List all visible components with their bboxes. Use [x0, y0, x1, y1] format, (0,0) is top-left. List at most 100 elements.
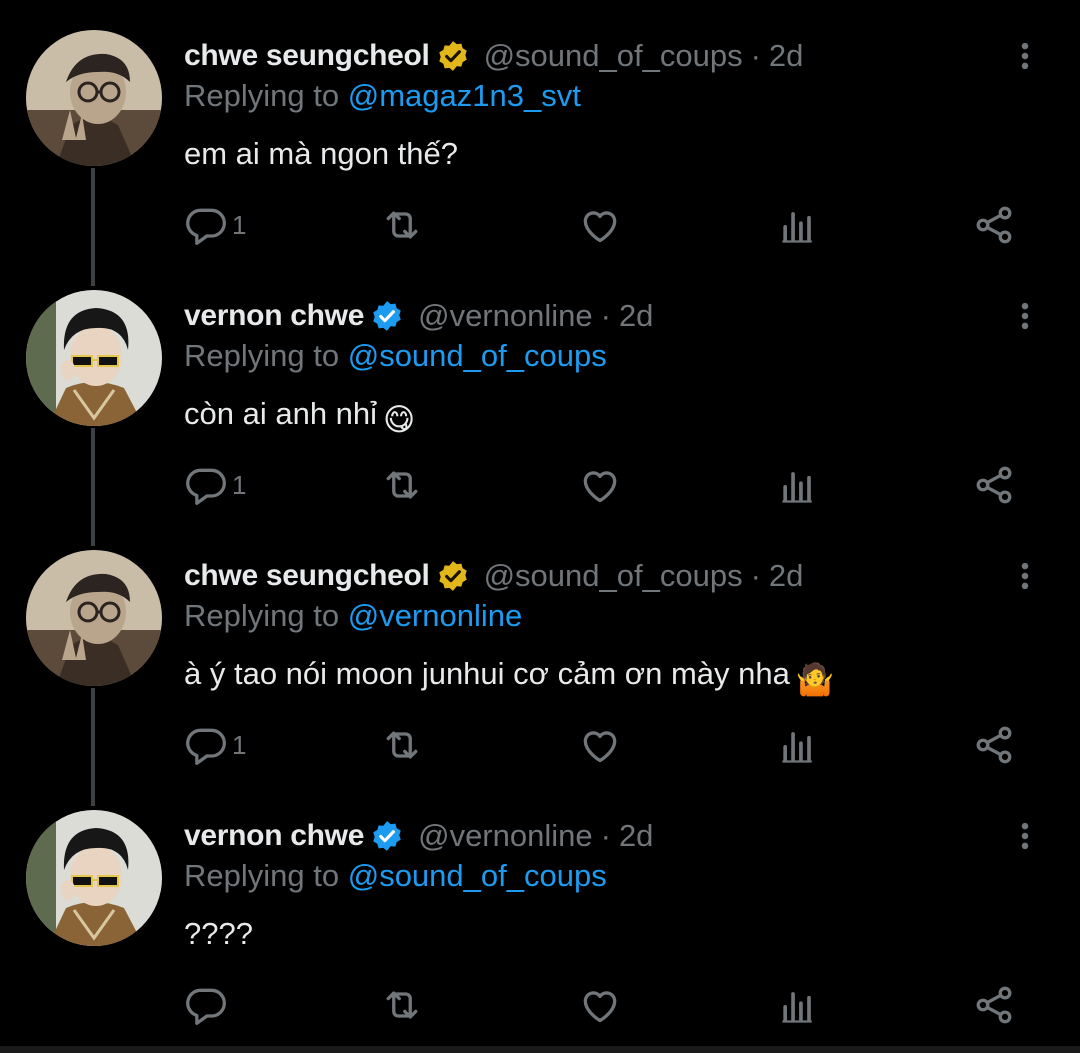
- tweet-text: à ý tao nói moon junhui cơ cảm ơn mày nh…: [184, 656, 834, 698]
- reply-mention-link[interactable]: @sound_of_coups: [348, 338, 607, 373]
- timestamp[interactable]: 2d: [769, 38, 803, 74]
- reply-mention-link[interactable]: @magaz1n3_svt: [348, 78, 581, 113]
- replying-to: Replying to @vernonline: [184, 598, 522, 634]
- heart-icon: [578, 463, 622, 507]
- reply-button[interactable]: 1: [184, 460, 246, 510]
- tweet-actions: 1: [0, 460, 1080, 510]
- reply-icon: [184, 203, 228, 247]
- reply-icon: [184, 463, 228, 507]
- tweet-text-content: à ý tao nói moon junhui cơ cảm ơn mày nh…: [184, 656, 790, 691]
- reply-button[interactable]: [184, 980, 232, 1030]
- tweet-header: chwe seungcheol @sound_of_coups · 2d: [184, 554, 803, 598]
- tweet-text-content: còn ai anh nhỉ: [184, 396, 378, 431]
- tweet-thread: chwe seungcheol @sound_of_coups · 2d Rep…: [0, 0, 1080, 1053]
- heart-icon: [578, 203, 622, 247]
- like-button[interactable]: [578, 980, 622, 1030]
- like-button[interactable]: [578, 720, 622, 770]
- tweet[interactable]: vernon chwe @vernonline · 2d Replying to…: [0, 260, 1080, 546]
- like-button[interactable]: [578, 460, 622, 510]
- more-options-icon[interactable]: [1008, 296, 1042, 336]
- like-button[interactable]: [578, 200, 622, 250]
- user-handle[interactable]: @sound_of_coups: [484, 558, 743, 594]
- replying-to-label: Replying to: [184, 858, 340, 893]
- replying-to-label: Replying to: [184, 598, 340, 633]
- timestamp[interactable]: 2d: [769, 558, 803, 594]
- reply-button[interactable]: 1: [184, 720, 246, 770]
- retweet-icon: [380, 463, 424, 507]
- retweet-button[interactable]: [380, 720, 424, 770]
- blue-verified-icon: [370, 299, 404, 333]
- reply-mention-link[interactable]: @sound_of_coups: [348, 858, 607, 893]
- share-icon: [972, 203, 1016, 247]
- retweet-icon: [380, 203, 424, 247]
- reply-button[interactable]: 1: [184, 200, 246, 250]
- heart-icon: [578, 983, 622, 1027]
- share-button[interactable]: [972, 720, 1016, 770]
- avatar[interactable]: [26, 810, 162, 946]
- bottom-divider: [0, 1046, 1080, 1053]
- reply-icon: [184, 723, 228, 767]
- share-icon: [972, 983, 1016, 1027]
- tweet[interactable]: chwe seungcheol @sound_of_coups · 2d Rep…: [0, 520, 1080, 806]
- views-button[interactable]: [776, 200, 820, 250]
- share-button[interactable]: [972, 980, 1016, 1030]
- reply-icon: [184, 983, 228, 1027]
- gold-verified-icon: [436, 39, 470, 73]
- retweet-button[interactable]: [380, 200, 424, 250]
- separator-dot: ·: [600, 818, 611, 853]
- reply-mention-link[interactable]: @vernonline: [348, 598, 523, 633]
- views-chart-icon: [776, 203, 820, 247]
- share-button[interactable]: [972, 460, 1016, 510]
- blue-verified-icon: [370, 819, 404, 853]
- replying-to-label: Replying to: [184, 78, 340, 113]
- reply-count: 1: [232, 729, 247, 760]
- avatar[interactable]: [26, 550, 162, 686]
- timestamp[interactable]: 2d: [619, 818, 653, 854]
- more-options-icon[interactable]: [1008, 816, 1042, 856]
- yum-emoji: 😋: [383, 402, 416, 437]
- views-chart-icon: [776, 723, 820, 767]
- avatar[interactable]: [26, 290, 162, 426]
- reply-count: 1: [232, 469, 247, 500]
- replying-to-label: Replying to: [184, 338, 340, 373]
- views-button[interactable]: [776, 720, 820, 770]
- tweet-header: vernon chwe @vernonline · 2d: [184, 294, 653, 338]
- display-name[interactable]: vernon chwe: [184, 819, 364, 853]
- replying-to: Replying to @sound_of_coups: [184, 338, 607, 374]
- user-handle[interactable]: @vernonline: [418, 298, 593, 334]
- display-name[interactable]: vernon chwe: [184, 299, 364, 333]
- tweet[interactable]: chwe seungcheol @sound_of_coups · 2d Rep…: [0, 0, 1080, 286]
- tweet-text: ????: [184, 916, 253, 952]
- display-name[interactable]: chwe seungcheol: [184, 39, 430, 73]
- retweet-button[interactable]: [380, 460, 424, 510]
- replying-to: Replying to @sound_of_coups: [184, 858, 607, 894]
- views-button[interactable]: [776, 460, 820, 510]
- display-name[interactable]: chwe seungcheol: [184, 559, 430, 593]
- share-icon: [972, 723, 1016, 767]
- heart-icon: [578, 723, 622, 767]
- reply-count: 1: [232, 209, 247, 240]
- timestamp[interactable]: 2d: [619, 298, 653, 334]
- gold-verified-icon: [436, 559, 470, 593]
- tweet[interactable]: vernon chwe @vernonline · 2d Replying to…: [0, 780, 1080, 1040]
- views-chart-icon: [776, 983, 820, 1027]
- tweet-actions: [0, 980, 1080, 1030]
- separator-dot: ·: [750, 558, 761, 593]
- tweet-actions: 1: [0, 200, 1080, 250]
- replying-to: Replying to @magaz1n3_svt: [184, 78, 581, 114]
- tweet-text: còn ai anh nhỉ 😋: [184, 396, 415, 438]
- user-handle[interactable]: @sound_of_coups: [484, 38, 743, 74]
- tweet-text-content: em ai mà ngon thế?: [184, 136, 459, 171]
- retweet-button[interactable]: [380, 980, 424, 1030]
- shrug-emoji: 🤷: [795, 662, 835, 697]
- retweet-icon: [380, 723, 424, 767]
- views-button[interactable]: [776, 980, 820, 1030]
- more-options-icon[interactable]: [1008, 556, 1042, 596]
- more-options-icon[interactable]: [1008, 36, 1042, 76]
- share-button[interactable]: [972, 200, 1016, 250]
- user-handle[interactable]: @vernonline: [418, 818, 593, 854]
- tweet-header: chwe seungcheol @sound_of_coups · 2d: [184, 34, 803, 78]
- avatar[interactable]: [26, 30, 162, 166]
- separator-dot: ·: [750, 38, 761, 73]
- tweet-actions: 1: [0, 720, 1080, 770]
